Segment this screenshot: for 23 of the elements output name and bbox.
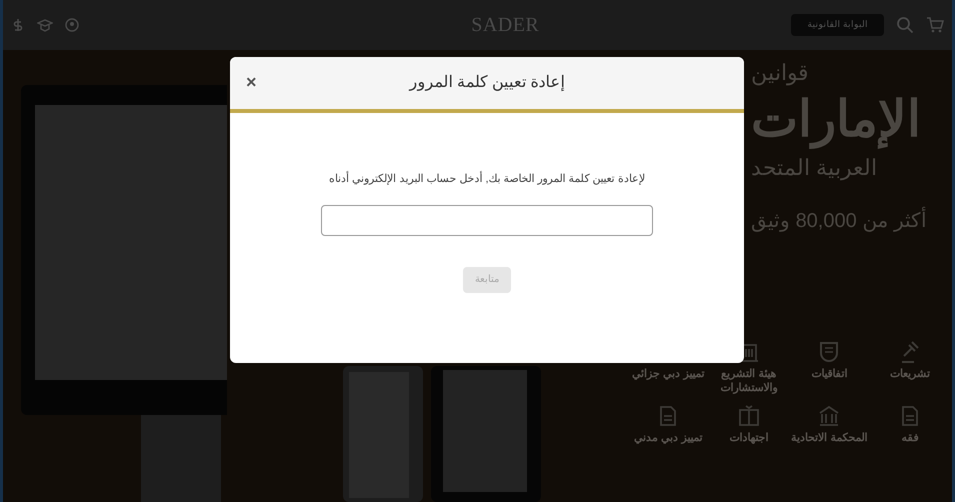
dollar-icon[interactable]: [11, 18, 25, 32]
courthouse-icon: [817, 404, 842, 428]
portal-button[interactable]: البوابة القانونية: [791, 14, 884, 36]
category-link[interactable]: تمييز دبي جزائي: [632, 368, 704, 382]
search-icon[interactable]: [896, 16, 914, 34]
hero-kicker: قوانين: [751, 62, 809, 84]
hero-count: أكثر من 80,000 وثيق: [751, 206, 927, 236]
category-link[interactable]: هيئة التشريع والاستشارات: [708, 368, 789, 396]
hero-title: الإمارات: [751, 90, 921, 151]
graduation-cap-icon[interactable]: [37, 18, 53, 32]
category-link[interactable]: فقه: [901, 432, 918, 446]
instruction-text: لإعادة تعيين كلمة المرور الخاصة بك, أدخل حساب البريد الإلكتروني أدناه: [329, 171, 645, 187]
email-field[interactable]: [321, 204, 653, 236]
category-link[interactable]: تشريعات: [890, 368, 930, 382]
hero-subtitle: العربية المتحد: [751, 154, 878, 182]
modal-title: إعادة تعيين كلمة المرور: [409, 73, 565, 93]
book-icon: [736, 404, 761, 428]
category-link[interactable]: المحكمة الاتحادية: [791, 432, 868, 446]
category-link[interactable]: اتفاقيات: [811, 368, 848, 382]
category-link[interactable]: اجتهادات: [729, 432, 768, 446]
close-button[interactable]: ×: [246, 69, 257, 96]
category-link[interactable]: تمييز دبي مدني: [634, 432, 702, 446]
cart-icon[interactable]: [926, 16, 944, 34]
